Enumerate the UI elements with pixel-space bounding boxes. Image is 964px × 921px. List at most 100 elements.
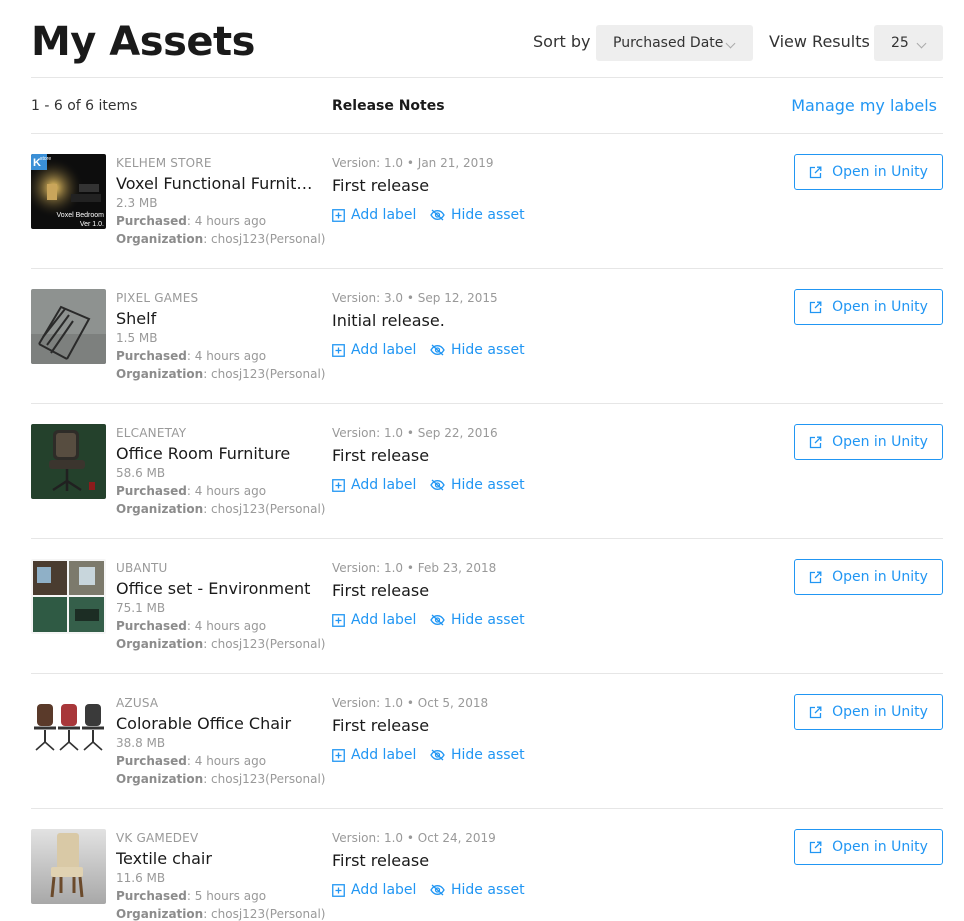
plus-square-icon — [332, 613, 345, 627]
release-note: First release — [332, 716, 430, 735]
eye-off-icon — [430, 749, 445, 761]
external-link-icon — [809, 706, 822, 718]
asset-name[interactable]: Colorable Office Chair — [116, 714, 321, 733]
asset-organization: Organization: chosj123(Personal) — [116, 367, 326, 381]
open-in-unity-button[interactable]: Open in Unity — [794, 694, 943, 730]
add-label-button[interactable]: Add label — [332, 477, 416, 493]
asset-purchased: Purchased: 4 hours ago — [116, 484, 267, 498]
list-subheader: 1 - 6 of 6 items Release Notes Manage my… — [31, 78, 943, 134]
asset-version: Version: 1.0 • Oct 5, 2018 — [332, 696, 489, 710]
hide-asset-button[interactable]: Hide asset — [430, 207, 525, 223]
asset-organization: Organization: chosj123(Personal) — [116, 232, 326, 246]
asset-purchased: Purchased: 4 hours ago — [116, 754, 267, 768]
release-note: First release — [332, 446, 430, 465]
plus-square-icon — [332, 343, 345, 357]
asset-row: UBANTU Office set - Environment 75.1 MB … — [31, 539, 943, 674]
release-note: First release — [332, 851, 430, 870]
external-link-icon — [809, 301, 822, 313]
thumb-logo-sub: store — [40, 156, 51, 162]
svg-text:Ver 1.0.: Ver 1.0. — [80, 221, 104, 228]
asset-row: PIXEL GAMES Shelf 1.5 MB Purchased: 4 ho… — [31, 269, 943, 404]
asset-size: 75.1 MB — [116, 601, 166, 615]
asset-row: ELCANETAY Office Room Furniture 58.6 MB … — [31, 404, 943, 539]
asset-size: 1.5 MB — [116, 331, 158, 345]
plus-square-icon — [332, 883, 345, 897]
view-results-select[interactable]: 25 — [874, 25, 943, 61]
add-label-button[interactable]: Add label — [332, 342, 416, 358]
view-results-value: 25 — [891, 35, 909, 51]
external-link-icon — [809, 436, 822, 448]
release-note: First release — [332, 581, 430, 600]
hide-asset-button[interactable]: Hide asset — [430, 882, 525, 898]
release-notes-header: Release Notes — [332, 98, 445, 114]
hide-asset-button[interactable]: Hide asset — [430, 612, 525, 628]
hide-asset-button[interactable]: Hide asset — [430, 477, 525, 493]
asset-version: Version: 1.0 • Feb 23, 2018 — [332, 561, 497, 575]
asset-thumbnail[interactable] — [31, 829, 106, 904]
asset-row: AZUSA Colorable Office Chair 38.8 MB Pur… — [31, 674, 943, 809]
release-note: Initial release. — [332, 311, 445, 330]
asset-thumbnail[interactable] — [31, 424, 106, 499]
asset-publisher[interactable]: UBANTU — [116, 561, 168, 575]
asset-size: 58.6 MB — [116, 466, 166, 480]
asset-publisher[interactable]: VK GAMEDEV — [116, 831, 198, 845]
release-note: First release — [332, 176, 430, 195]
open-in-unity-button[interactable]: Open in Unity — [794, 154, 943, 190]
external-link-icon — [809, 571, 822, 583]
asset-thumbnail[interactable] — [31, 289, 106, 364]
item-count: 1 - 6 of 6 items — [31, 98, 138, 114]
svg-text:Voxel Bedroom: Voxel Bedroom — [57, 212, 105, 219]
sort-by-select[interactable]: Purchased Date — [596, 25, 753, 61]
asset-organization: Organization: chosj123(Personal) — [116, 637, 326, 651]
open-in-unity-button[interactable]: Open in Unity — [794, 559, 943, 595]
chevron-down-icon — [916, 38, 927, 49]
asset-thumbnail[interactable]: K store Voxel Bedroom Ver 1.0. — [31, 154, 106, 229]
hide-asset-button[interactable]: Hide asset — [430, 342, 525, 358]
asset-version: Version: 1.0 • Jan 21, 2019 — [332, 156, 494, 170]
eye-off-icon — [430, 884, 445, 896]
sort-by-value: Purchased Date — [613, 35, 724, 51]
hide-asset-button[interactable]: Hide asset — [430, 747, 525, 763]
sort-by-label: Sort by — [533, 32, 591, 51]
add-label-button[interactable]: Add label — [332, 612, 416, 628]
asset-purchased: Purchased: 5 hours ago — [116, 889, 267, 903]
asset-size: 38.8 MB — [116, 736, 166, 750]
eye-off-icon — [430, 479, 445, 491]
asset-organization: Organization: chosj123(Personal) — [116, 772, 326, 786]
asset-publisher[interactable]: PIXEL GAMES — [116, 291, 198, 305]
asset-organization: Organization: chosj123(Personal) — [116, 907, 326, 921]
eye-off-icon — [430, 344, 445, 356]
view-results-label: View Results — [769, 32, 870, 51]
external-link-icon — [809, 166, 822, 178]
manage-labels-link[interactable]: Manage my labels — [791, 96, 937, 115]
add-label-button[interactable]: Add label — [332, 207, 416, 223]
asset-version: Version: 1.0 • Sep 22, 2016 — [332, 426, 498, 440]
asset-thumbnail[interactable] — [31, 559, 106, 634]
asset-row: VK GAMEDEV Textile chair 11.6 MB Purchas… — [31, 809, 943, 921]
plus-square-icon — [332, 748, 345, 762]
asset-name[interactable]: Voxel Functional Furniture — [116, 174, 321, 193]
open-in-unity-button[interactable]: Open in Unity — [794, 829, 943, 865]
open-in-unity-button[interactable]: Open in Unity — [794, 424, 943, 460]
asset-name[interactable]: Shelf — [116, 309, 321, 328]
page-title: My Assets — [31, 19, 255, 65]
asset-publisher[interactable]: AZUSA — [116, 696, 158, 710]
asset-name[interactable]: Textile chair — [116, 849, 321, 868]
open-in-unity-button[interactable]: Open in Unity — [794, 289, 943, 325]
add-label-button[interactable]: Add label — [332, 882, 416, 898]
asset-row: K store Voxel Bedroom Ver 1.0. KELHEM ST… — [31, 134, 943, 269]
asset-name[interactable]: Office set - Environment — [116, 579, 321, 598]
asset-purchased: Purchased: 4 hours ago — [116, 214, 267, 228]
asset-publisher[interactable]: KELHEM STORE — [116, 156, 212, 170]
eye-off-icon — [430, 209, 445, 221]
page-header: My Assets Sort by Purchased Date View Re… — [31, 18, 943, 78]
asset-publisher[interactable]: ELCANETAY — [116, 426, 186, 440]
add-label-button[interactable]: Add label — [332, 747, 416, 763]
asset-name[interactable]: Office Room Furniture — [116, 444, 321, 463]
plus-square-icon — [332, 208, 345, 222]
asset-thumbnail[interactable] — [31, 694, 106, 769]
asset-version: Version: 1.0 • Oct 24, 2019 — [332, 831, 496, 845]
external-link-icon — [809, 841, 822, 853]
asset-organization: Organization: chosj123(Personal) — [116, 502, 326, 516]
asset-purchased: Purchased: 4 hours ago — [116, 619, 267, 633]
